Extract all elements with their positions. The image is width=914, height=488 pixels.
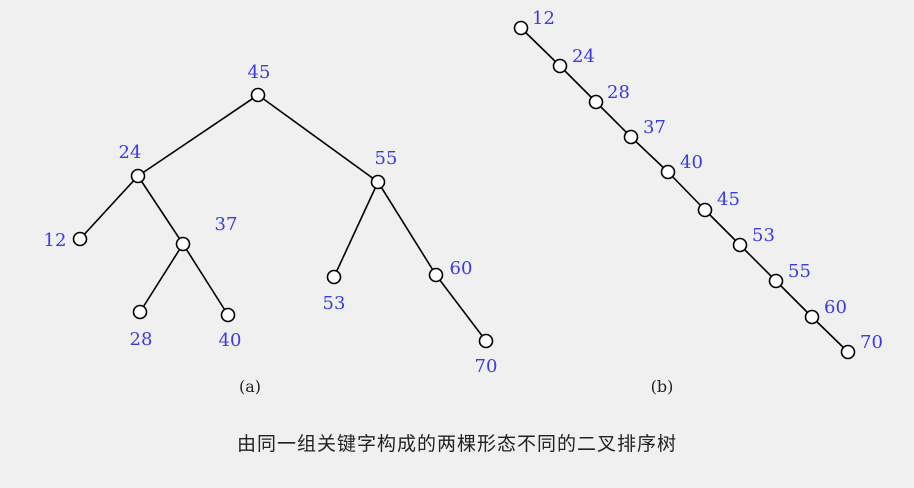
- figure-caption: 由同一组关键字构成的两棵形态不同的二叉排序树: [236, 433, 677, 455]
- tree-b-node-label-37: 37: [643, 117, 666, 138]
- tree-b-edge: [704, 209, 741, 246]
- tree-a-node-label-37: 37: [215, 214, 238, 235]
- tree-b-node-70: [840, 344, 856, 360]
- tree-a-node-label-24: 24: [119, 142, 142, 163]
- tree-a-node-37: [175, 236, 191, 252]
- tree-b-node-24: [552, 58, 568, 74]
- figure-panel: 45 24 55 12 37 28 40 53 60 70 12 24 28 37 40 45 53 55 60 70…: [0, 0, 914, 488]
- tree-b-edge: [559, 65, 597, 103]
- tree-b-node-label-60: 60: [824, 297, 847, 318]
- tree-b-node-45: [697, 202, 713, 218]
- tree-a-edge: [333, 181, 379, 278]
- tree-a-node-label-55: 55: [375, 148, 398, 169]
- tree-b-edge: [811, 316, 849, 353]
- tree-a-node-60: [428, 267, 444, 283]
- tree-a-edge: [377, 181, 437, 276]
- tree-b-sublabel: (b): [651, 377, 674, 396]
- tree-a-node-label-45: 45: [248, 62, 271, 83]
- tree-a-node-55: [370, 174, 386, 190]
- tree-a-node-24: [130, 168, 146, 184]
- tree-a-node-40: [220, 307, 236, 323]
- tree-b-node-28: [588, 94, 604, 110]
- tree-a-node-12: [72, 231, 88, 247]
- tree-a-edge: [257, 94, 379, 183]
- tree-a-node-53: [326, 269, 342, 285]
- tree-a-edge: [139, 243, 184, 313]
- tree-b-node-55: [768, 273, 784, 289]
- tree-a-edge: [182, 243, 229, 316]
- tree-b-edge: [775, 280, 813, 318]
- tree-b-node-12: [513, 20, 529, 36]
- tree-b-edge: [520, 27, 561, 67]
- tree-a-node-45: [250, 87, 266, 103]
- tree-b-node-37: [623, 129, 639, 145]
- tree-b-node-label-28: 28: [607, 82, 630, 103]
- tree-b-node-label-53: 53: [752, 225, 775, 246]
- tree-b-node-60: [804, 309, 820, 325]
- labels-layer: 45 24 55 12 37 28 40 53 60 70 12 24 28 37 40 45 53 55 60 70: [44, 8, 883, 377]
- tree-b-edge: [739, 244, 777, 282]
- tree-a-node-70: [478, 333, 494, 349]
- tree-a-node-label-40: 40: [219, 330, 242, 351]
- tree-b-node-label-45: 45: [717, 189, 740, 210]
- tree-a-node-label-60: 60: [450, 258, 473, 279]
- tree-b-node-label-24: 24: [572, 46, 595, 67]
- tree-a-node-28: [132, 304, 148, 320]
- tree-b-node-label-70: 70: [860, 332, 883, 353]
- tree-b-edge: [630, 136, 669, 173]
- tree-a-edge: [79, 175, 139, 240]
- tree-a-edge: [435, 274, 487, 342]
- tree-b-edge: [595, 101, 632, 138]
- tree-a-edge: [137, 175, 184, 245]
- tree-b-node-label-12: 12: [532, 8, 555, 29]
- tree-b-node-label-40: 40: [680, 152, 703, 173]
- tree-a-node-label-70: 70: [475, 356, 498, 377]
- tree-a-edge: [137, 94, 259, 177]
- tree-b-edge: [667, 171, 706, 211]
- tree-b-node-53: [732, 237, 748, 253]
- tree-a-node-label-53: 53: [323, 293, 346, 314]
- tree-b-node-label-55: 55: [788, 261, 811, 282]
- tree-a-node-label-28: 28: [130, 329, 153, 350]
- tree-b-node-40: [660, 164, 676, 180]
- tree-a-node-label-12: 12: [44, 230, 67, 251]
- tree-a-sublabel: (a): [239, 377, 261, 396]
- bst-diagram: 45 24 55 12 37 28 40 53 60 70 12 24 28 37 40 45 53 55 60 70…: [44, 8, 883, 396]
